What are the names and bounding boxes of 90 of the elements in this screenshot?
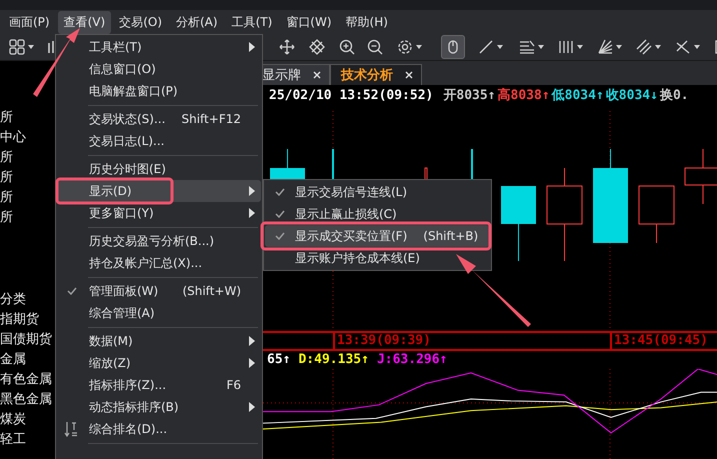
- caret-icon: [694, 45, 700, 49]
- check-icon: [275, 188, 285, 196]
- quote-value: 换0.: [660, 87, 689, 104]
- quote-value: 低8034↑: [552, 87, 604, 104]
- sidebar-item[interactable]: 所: [0, 188, 13, 208]
- menu-item[interactable]: 数据(M): [57, 330, 261, 352]
- indicator-value: J:63.296↑: [376, 351, 448, 369]
- quote-value: 高8038↑: [498, 86, 550, 104]
- bar-chart-icon: [48, 39, 54, 55]
- quote-datetime: 25/02/10 13:52(09:52): [269, 88, 434, 102]
- menu-item[interactable]: 历史分时图(E): [57, 158, 261, 180]
- fan-lines-icon: [597, 39, 613, 55]
- menu-bar-item[interactable]: 查看(V): [58, 10, 112, 34]
- quote-value: 开8035↑: [443, 87, 496, 104]
- menu-item[interactable]: 显示(D): [57, 180, 261, 202]
- time-label: 13:45(09:45): [610, 333, 708, 349]
- sidebar-item[interactable]: 所: [0, 148, 13, 168]
- submenu-arrow-icon: [249, 42, 255, 52]
- percent-lines-icon: [519, 39, 535, 55]
- sidebar-item[interactable]: 黑色金属: [0, 390, 52, 410]
- close-icon[interactable]: [313, 71, 321, 79]
- move-icon: [279, 39, 295, 55]
- sidebar-item[interactable]: 有色金属: [0, 370, 52, 390]
- sidebar-item[interactable]: 金属: [0, 350, 26, 370]
- sidebar-item[interactable]: 分类: [0, 290, 26, 310]
- caret-icon: [616, 45, 622, 49]
- caret-icon: [577, 45, 583, 49]
- caret-icon: [538, 45, 544, 49]
- menu-item[interactable]: 交易状态(S)... Shift+F12: [57, 108, 261, 130]
- sidebar-item[interactable]: 指期货: [0, 310, 39, 330]
- sidebar-item[interactable]: 所: [0, 108, 13, 128]
- sidebar-item[interactable]: 轻工: [0, 430, 26, 450]
- menu-bar-item[interactable]: 帮助(H): [340, 10, 394, 34]
- menu-item[interactable]: 交易日志(L)...: [57, 130, 261, 152]
- caret-icon: [28, 45, 34, 49]
- menu-item[interactable]: 更多窗口(Y): [57, 202, 261, 224]
- zoom-in-icon: [339, 39, 355, 55]
- menu-bar-item[interactable]: 交易(O): [113, 10, 168, 34]
- check-icon: [275, 232, 285, 240]
- menu-item[interactable]: 显示交易信号连线(L): [265, 181, 490, 203]
- candlestick: [471, 148, 473, 182]
- caret-icon: [416, 45, 422, 49]
- close-icon[interactable]: [405, 71, 413, 79]
- submenu-arrow-icon: [249, 208, 255, 218]
- vertical-lines-icon: [558, 39, 574, 55]
- menu-item[interactable]: 综合管理(A): [57, 302, 261, 324]
- menu-bar-item[interactable]: 窗口(W): [280, 10, 338, 34]
- sidebar-item[interactable]: 所: [0, 168, 13, 188]
- gear-icon: [397, 39, 413, 55]
- sort-icon: [64, 421, 78, 437]
- menu-bar-item[interactable]: 画面(P): [3, 10, 56, 34]
- submenu-arrow-icon: [249, 336, 255, 346]
- parallel-lines-icon: [636, 39, 652, 55]
- sidebar-item[interactable]: 所: [0, 208, 13, 228]
- crossed-diamond-icon: [309, 39, 325, 55]
- check-icon: [275, 210, 285, 218]
- crossed-lines-icon: [675, 39, 691, 55]
- line-tool-icon: [478, 39, 494, 55]
- caret-icon: [655, 45, 661, 49]
- menu-item[interactable]: 管理面板(W) (Shift+W): [57, 280, 261, 302]
- time-label: 13:39(09:39): [333, 333, 431, 349]
- indicator-value: D:49.135↑: [298, 351, 369, 369]
- menu-item[interactable]: 动态指标排序(B): [57, 396, 261, 418]
- zoom-out-icon: [367, 39, 383, 55]
- indicator-value: 65↑: [267, 351, 290, 369]
- menu-item[interactable]: 显示账户持仓成本线(E): [265, 247, 490, 269]
- candlestick: [332, 148, 334, 182]
- menu-item[interactable]: 历史交易盈亏分析(B...): [57, 230, 261, 252]
- caret-icon: [497, 45, 503, 49]
- menu-bar-item[interactable]: 分析(A): [170, 10, 224, 34]
- menu-item[interactable]: 缩放(Z): [57, 352, 261, 374]
- toolbar-button[interactable]: [441, 35, 465, 59]
- menu-item[interactable]: 指标排序(Z)... F6: [57, 374, 261, 396]
- submenu-arrow-icon: [249, 358, 255, 368]
- sidebar-item[interactable]: 中心: [0, 128, 26, 148]
- menu-item[interactable]: 显示止赢止损线(C): [265, 203, 490, 225]
- sidebar-item[interactable]: 煤炭: [0, 410, 26, 430]
- candlestick: [638, 186, 674, 244]
- menu-item[interactable]: 显示成交买卖位置(F) (Shift+B): [265, 225, 490, 247]
- sidebar-item[interactable]: 国债期货: [0, 330, 52, 350]
- submenu-arrow-icon: [249, 402, 255, 412]
- menu-item[interactable]: 综合排名(D)...: [57, 418, 261, 440]
- tab[interactable]: 技术分析: [330, 64, 422, 85]
- submenu-arrow-icon: [249, 186, 255, 196]
- grid-icon: [9, 39, 25, 55]
- menu-bar-item[interactable]: 工具(T): [226, 10, 278, 34]
- check-icon: [67, 287, 77, 295]
- menu-item[interactable]: 持仓及帐户汇总(X)...: [57, 252, 261, 274]
- quote-value: 收8034↓: [606, 87, 658, 104]
- callout-arrow: [33, 28, 80, 97]
